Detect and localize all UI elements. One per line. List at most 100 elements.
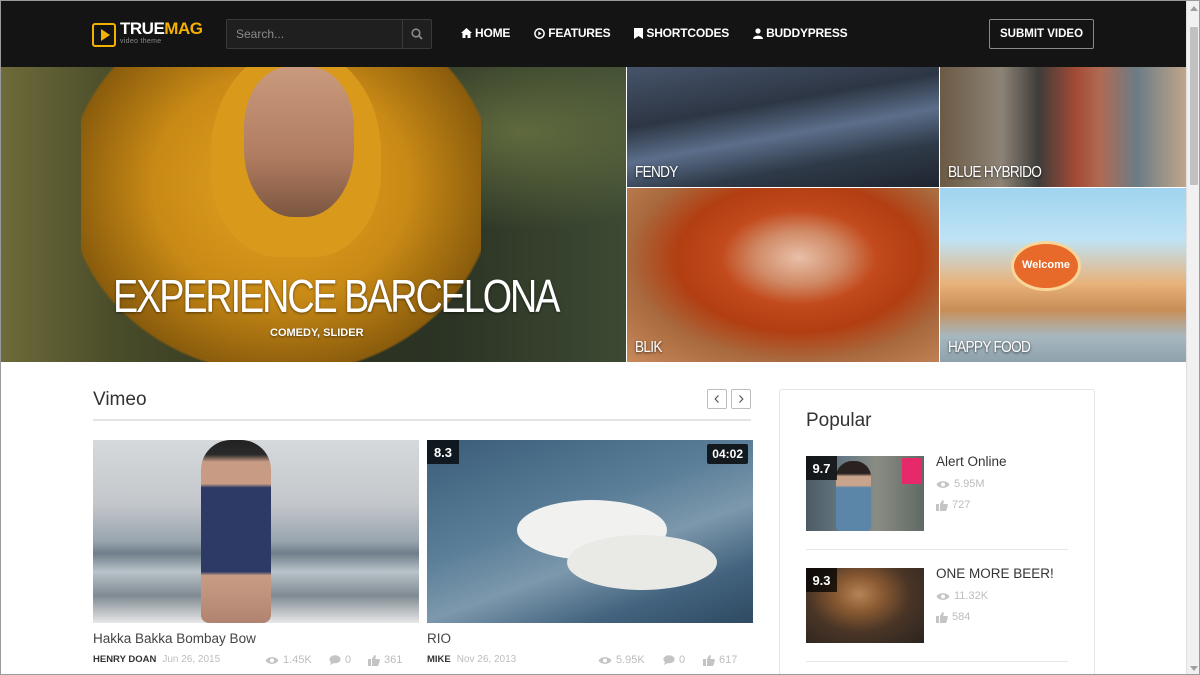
- likes-count: 727: [936, 499, 970, 511]
- video-author[interactable]: MIKE: [427, 654, 451, 665]
- welcome-sign-image: Welcome: [1011, 241, 1081, 291]
- hero-tile-fendy[interactable]: FENDY: [627, 67, 939, 187]
- views-count: 5.95M: [936, 478, 985, 490]
- views-count: 11.32K: [936, 590, 988, 602]
- comments-value: 0: [345, 654, 352, 666]
- hero-image-face: [244, 67, 354, 217]
- likes-count: 361: [368, 654, 402, 666]
- play-logo-icon: [92, 23, 116, 47]
- comments-count: 0: [663, 654, 685, 666]
- thumbnail-image-swan: [567, 535, 717, 590]
- hero-categories[interactable]: COMEDY, SLIDER: [270, 327, 364, 339]
- video-title[interactable]: Hakka Bakka Bombay Bow: [93, 631, 256, 646]
- rating-badge: 9.7: [806, 456, 837, 480]
- likes-value: 727: [952, 499, 971, 511]
- home-icon: [461, 28, 472, 38]
- nav-shortcodes-label: SHORTCODES: [646, 26, 730, 40]
- thumbs-up-icon: [703, 654, 715, 666]
- award-badge-icon: [902, 458, 922, 484]
- nav-home-label: HOME: [475, 26, 511, 40]
- eye-icon: [265, 656, 279, 664]
- views-value: 11.32K: [954, 590, 989, 602]
- video-thumbnail[interactable]: 8.3 04:02: [427, 440, 753, 623]
- page: TRUEMAG video theme HOME FEATURES SHORTC…: [0, 0, 1200, 675]
- scroll-up-arrow-icon[interactable]: [1190, 6, 1198, 11]
- list-divider: [806, 661, 1068, 662]
- popular-thumbnail[interactable]: 9.7: [806, 456, 924, 531]
- rating-badge: 9.3: [806, 568, 837, 592]
- scrollbar-thumb[interactable]: [1190, 27, 1198, 185]
- duration-badge: 04:02: [707, 444, 748, 464]
- nav-buddypress[interactable]: BUDDYPRESS: [753, 26, 848, 40]
- chevron-right-icon: [739, 395, 744, 403]
- carousel-prev-button[interactable]: [707, 389, 727, 409]
- views-value: 1.45K: [283, 654, 312, 666]
- views-count: 5.95K: [598, 654, 645, 666]
- video-meta: MIKE Nov 26, 2013: [427, 654, 516, 665]
- chevron-left-icon: [714, 395, 719, 403]
- tile-label: BLIK: [635, 339, 662, 356]
- rating-badge: 8.3: [427, 440, 459, 464]
- logo-title: TRUEMAG: [120, 19, 203, 38]
- eye-icon: [936, 592, 950, 600]
- page-scrollbar[interactable]: [1186, 1, 1199, 674]
- thumbs-up-icon: [936, 611, 948, 623]
- video-meta: HENRY DOAN Jun 26, 2015: [93, 654, 220, 665]
- bookmark-icon: [634, 27, 644, 39]
- hero-tile-blue-hybrido[interactable]: BLUE HYBRIDO: [940, 67, 1186, 187]
- logo-mag-text: MAG: [164, 19, 203, 38]
- likes-count: 584: [936, 611, 970, 623]
- list-divider: [806, 549, 1068, 550]
- video-title[interactable]: RIO: [427, 631, 451, 646]
- hero-tile-blik[interactable]: BLIK: [627, 188, 939, 362]
- site-logo[interactable]: TRUEMAG video theme: [92, 19, 203, 47]
- thumbs-up-icon: [936, 499, 948, 511]
- views-value: 5.95M: [954, 478, 985, 490]
- likes-value: 617: [719, 654, 738, 666]
- comment-icon: [663, 655, 675, 665]
- video-author[interactable]: HENRY DOAN: [93, 654, 156, 665]
- tile-label: HAPPY FOOD: [948, 339, 1031, 356]
- section-divider: [93, 419, 751, 421]
- popular-item-title[interactable]: Alert Online: [936, 454, 1007, 469]
- likes-value: 584: [952, 611, 971, 623]
- nav-home[interactable]: HOME: [461, 26, 510, 40]
- likes-value: 361: [384, 654, 403, 666]
- thumbs-up-icon: [368, 654, 380, 666]
- user-icon: [753, 27, 764, 39]
- likes-count: 617: [703, 654, 737, 666]
- nav-features[interactable]: FEATURES: [534, 26, 611, 40]
- carousel-next-button[interactable]: [731, 389, 751, 409]
- search-input[interactable]: [227, 20, 403, 48]
- search-icon: [411, 28, 423, 40]
- thumbnail-image-woman: [836, 461, 871, 531]
- views-value: 5.95K: [616, 654, 645, 666]
- nav-features-label: FEATURES: [548, 26, 611, 40]
- nav-shortcodes[interactable]: SHORTCODES: [634, 26, 729, 40]
- tile-label: BLUE HYBRIDO: [948, 164, 1042, 181]
- tile-label: FENDY: [635, 164, 678, 181]
- video-thumbnail[interactable]: [93, 440, 419, 623]
- eye-icon: [936, 480, 950, 488]
- search-box: [226, 19, 432, 49]
- logo-subtitle: video theme: [120, 38, 162, 45]
- nav-buddypress-label: BUDDYPRESS: [766, 26, 848, 40]
- main-nav: HOME FEATURES SHORTCODES BUDDYPRESS: [461, 26, 871, 40]
- popular-item-title[interactable]: ONE MORE BEER!: [936, 566, 1054, 581]
- video-date: Jun 26, 2015: [162, 654, 221, 665]
- play-circle-icon: [534, 27, 546, 39]
- hero-title[interactable]: EXPERIENCE BARCELONA: [113, 269, 560, 323]
- video-date: Nov 26, 2013: [456, 654, 517, 665]
- thumbnail-image-swimmer: [201, 440, 271, 623]
- comment-icon: [329, 655, 341, 665]
- welcome-sign-text: Welcome: [1021, 259, 1071, 271]
- popular-thumbnail[interactable]: 9.3: [806, 568, 924, 643]
- comments-count: 0: [329, 654, 351, 666]
- search-button[interactable]: [402, 20, 431, 48]
- views-count: 1.45K: [265, 654, 312, 666]
- scroll-down-arrow-icon[interactable]: [1190, 666, 1198, 671]
- comments-value: 0: [679, 654, 686, 666]
- submit-video-button[interactable]: SUBMIT VIDEO: [989, 19, 1094, 49]
- vimeo-section-title: Vimeo: [93, 389, 147, 410]
- logo-true-text: TRUE: [120, 19, 165, 38]
